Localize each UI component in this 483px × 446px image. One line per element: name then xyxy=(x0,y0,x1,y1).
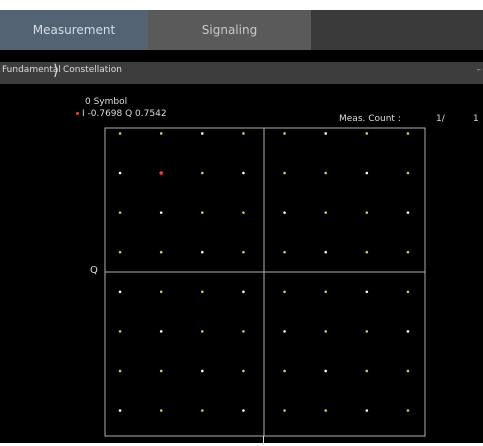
symbol-point xyxy=(324,369,327,373)
symbol-point xyxy=(365,409,369,412)
symbol-point xyxy=(365,171,369,175)
symbol-point xyxy=(242,171,245,175)
symbol-point xyxy=(201,330,204,333)
plot-frame xyxy=(104,127,426,437)
symbol-point xyxy=(365,290,369,294)
symbol-point xyxy=(283,171,286,175)
symbol-point xyxy=(324,132,327,135)
symbol-point xyxy=(201,171,204,175)
constellation-app: Measurement Signaling Fundamental ⟩ Cons… xyxy=(0,10,483,446)
symbol-point xyxy=(201,132,204,135)
symbol-point xyxy=(242,330,245,333)
symbol-point xyxy=(324,330,327,333)
symbol-point xyxy=(118,369,122,373)
symbol-point xyxy=(159,330,163,333)
symbol-point xyxy=(242,132,245,135)
symbol-point xyxy=(283,290,286,294)
symbol-point xyxy=(283,250,286,254)
symbol-point xyxy=(118,409,122,412)
symbol-point xyxy=(159,211,163,214)
symbol-point xyxy=(283,369,286,373)
symbol-point xyxy=(118,290,122,294)
symbol-point xyxy=(283,211,286,214)
symbol-point xyxy=(406,409,410,412)
symbol-point xyxy=(159,369,163,373)
symbol-point xyxy=(118,132,122,135)
symbol-point xyxy=(406,330,410,333)
symbol-point xyxy=(365,330,369,333)
symbol-point xyxy=(201,250,204,254)
symbol-point xyxy=(406,369,410,373)
symbol-point xyxy=(201,211,204,214)
highlighted-symbol-point xyxy=(159,171,163,175)
symbol-point xyxy=(406,132,410,135)
symbol-point xyxy=(365,132,369,135)
symbol-point xyxy=(283,330,286,333)
symbol-point xyxy=(365,369,369,373)
x-axis-label: I xyxy=(262,435,265,446)
symbol-point xyxy=(242,290,245,294)
symbol-point xyxy=(201,369,204,373)
symbol-point xyxy=(159,132,163,135)
symbol-point xyxy=(283,409,286,412)
symbol-point xyxy=(242,409,245,412)
symbol-point xyxy=(406,290,410,294)
symbol-point xyxy=(365,250,369,254)
symbol-point xyxy=(365,211,369,214)
y-axis-label: Q xyxy=(90,265,98,276)
symbol-point xyxy=(324,171,327,175)
symbol-point xyxy=(118,330,122,333)
symbol-point xyxy=(201,409,204,412)
symbol-point xyxy=(118,250,122,254)
symbol-point xyxy=(406,250,410,254)
symbol-point xyxy=(159,250,163,254)
symbol-point xyxy=(242,250,245,254)
symbol-point xyxy=(324,290,327,294)
symbol-point xyxy=(324,250,327,254)
symbol-point xyxy=(406,171,410,175)
symbol-point xyxy=(159,290,163,294)
symbol-point xyxy=(324,211,327,214)
symbol-point xyxy=(159,409,163,412)
symbol-point xyxy=(283,132,286,135)
symbol-point xyxy=(242,211,245,214)
constellation-plot xyxy=(104,127,426,437)
symbol-point xyxy=(118,171,122,175)
symbol-point xyxy=(406,211,410,214)
symbol-point xyxy=(324,409,327,412)
symbol-point xyxy=(118,211,122,214)
symbol-point xyxy=(201,290,204,294)
symbol-point xyxy=(242,369,245,373)
